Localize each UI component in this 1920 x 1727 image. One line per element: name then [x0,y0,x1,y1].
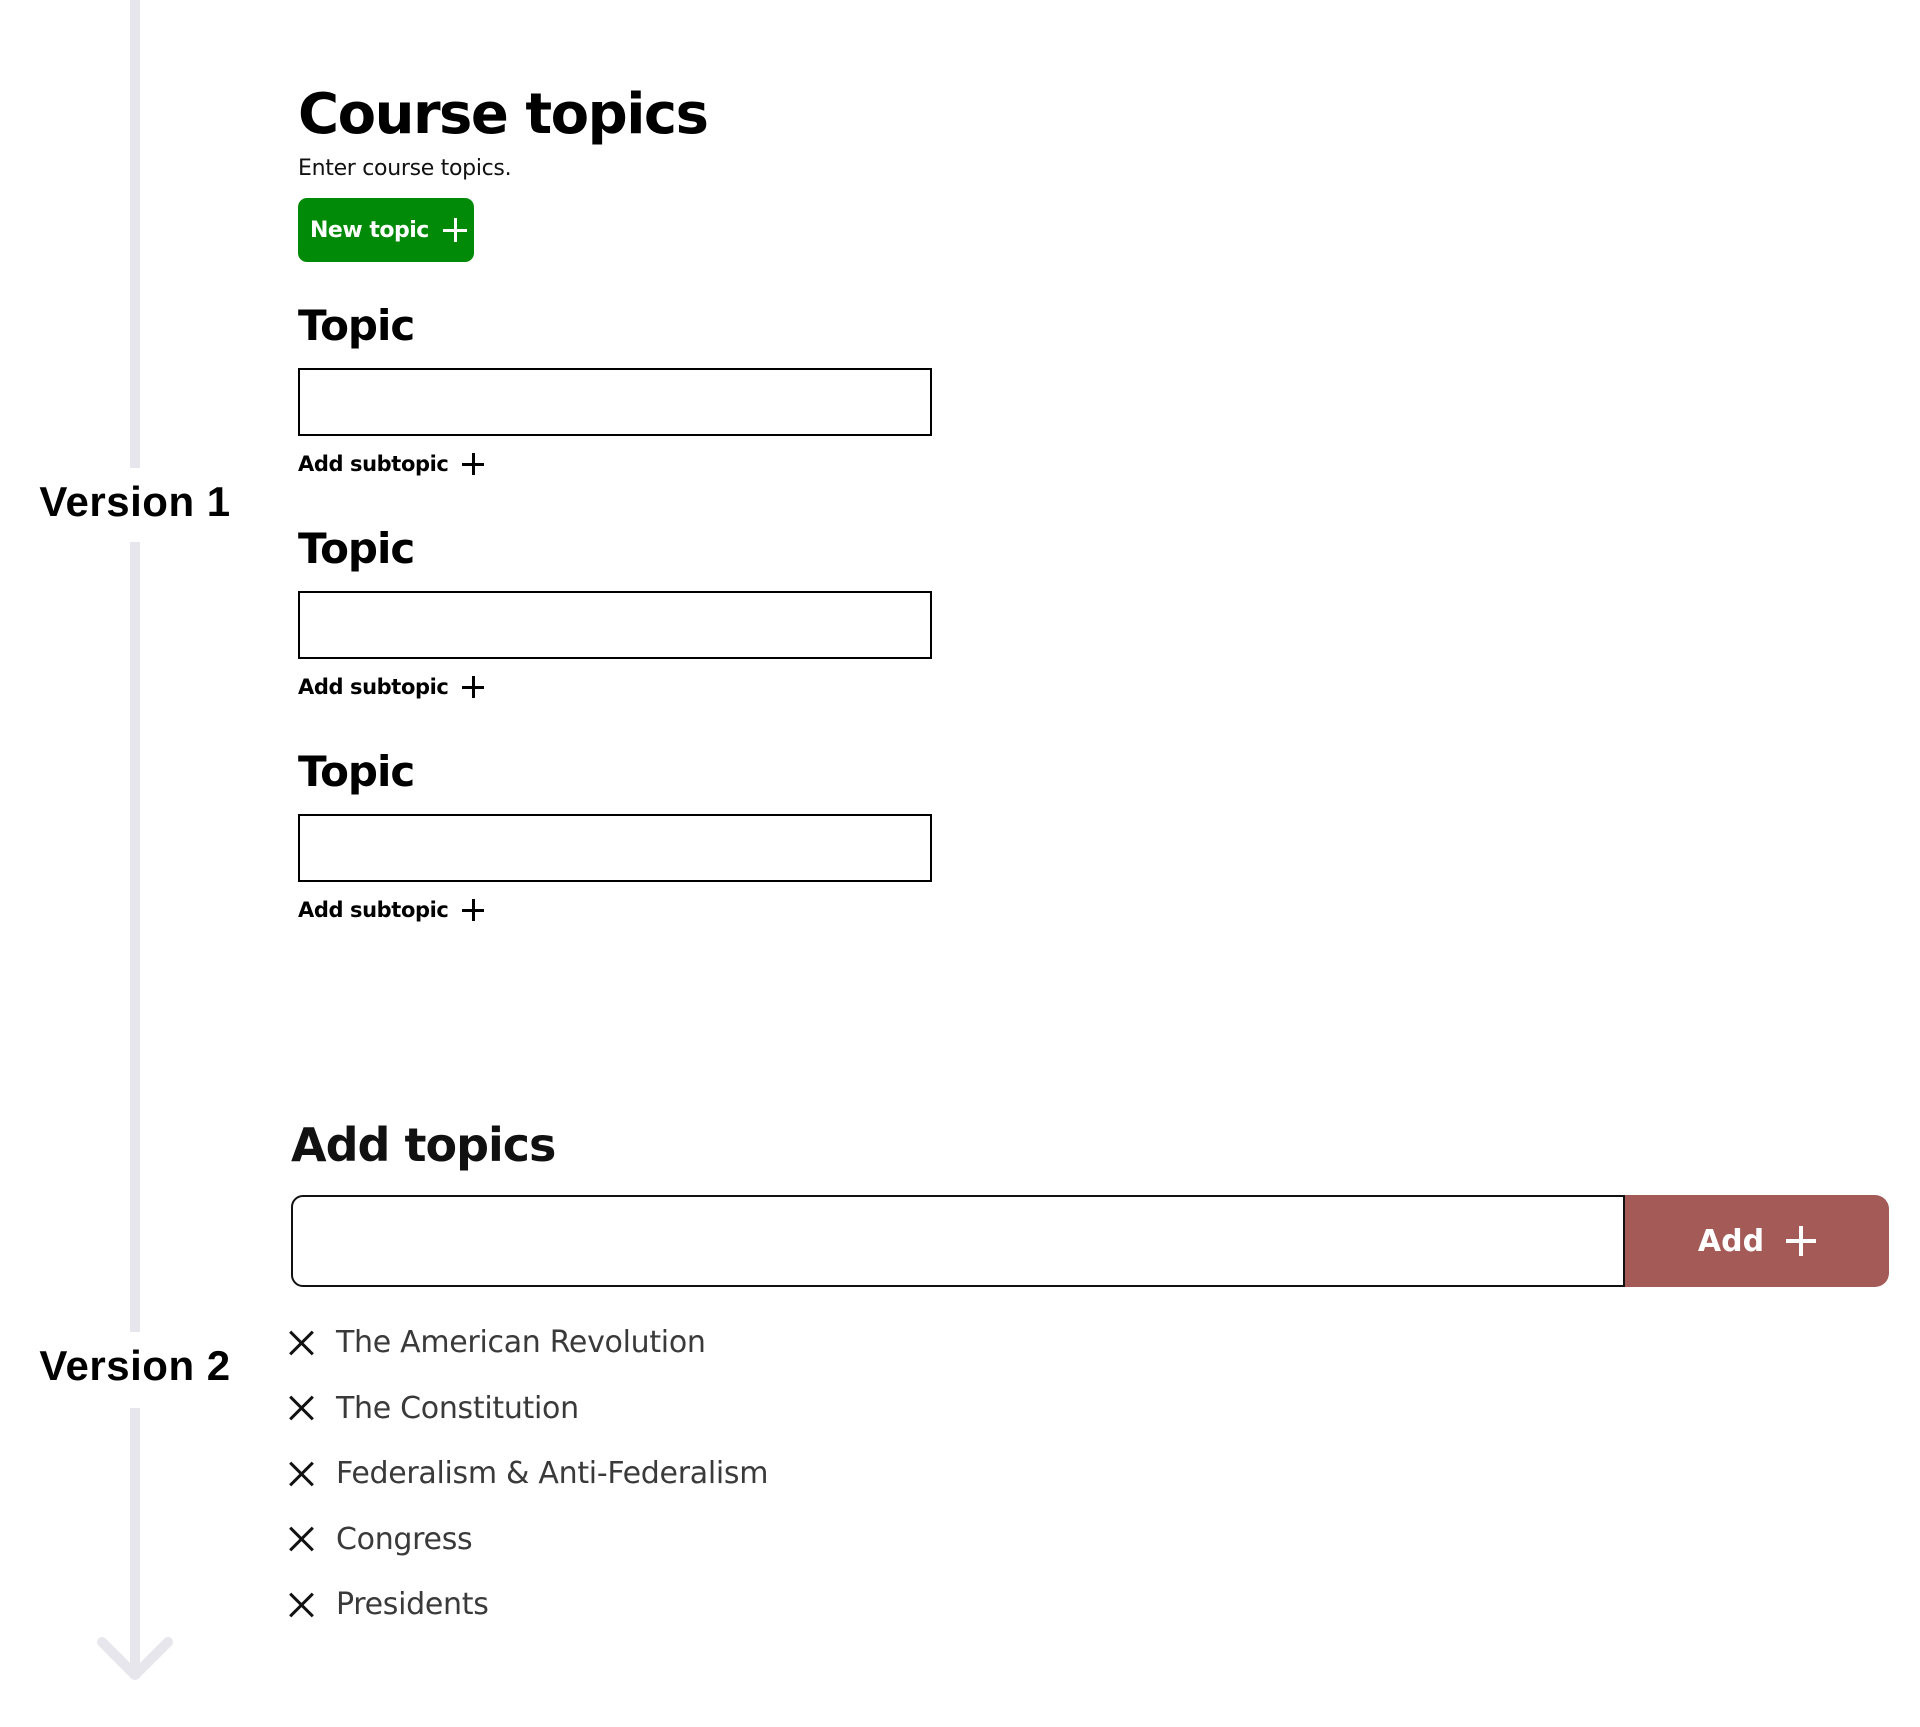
version-2-label: Version 2 [39,1342,231,1389]
add-subtopic-label: Add subtopic [298,898,449,922]
close-icon[interactable] [288,1525,316,1553]
plus-icon [1786,1226,1817,1256]
topic-input[interactable] [298,368,932,436]
close-icon[interactable] [288,1460,316,1488]
close-icon[interactable] [288,1591,316,1619]
topic-label: Topic [298,524,415,573]
plus-icon [462,453,485,475]
topic-field-group: Topic Add subtopic [298,298,938,476]
list-item: Congress [288,1507,768,1573]
topic-list: The American Revolution The Constitution… [288,1310,768,1638]
new-topic-button-label: New topic [310,217,429,243]
version-1-label: Version 1 [39,478,231,525]
add-topics-title: Add topics [291,1118,556,1172]
new-topic-button[interactable]: New topic [298,198,474,262]
add-button-label: Add [1697,1223,1765,1259]
add-subtopic-button[interactable]: Add subtopic [298,452,485,476]
topic-field-group: Topic Add subtopic [298,521,938,699]
add-topic-input[interactable] [291,1195,1625,1287]
list-item: Presidents [288,1572,768,1638]
topic-item-label: The American Revolution [336,1325,706,1361]
topic-item-label: The Constitution [336,1390,579,1426]
plus-icon [462,676,485,698]
course-topics-subtitle: Enter course topics. [298,156,512,181]
topic-label: Topic [298,301,415,350]
add-topic-row: Add [291,1195,1889,1287]
add-button[interactable]: Add [1625,1195,1889,1287]
plus-icon [462,899,485,921]
timeline-line-segment-2 [130,542,140,1332]
topic-input[interactable] [298,591,932,659]
topic-field-group: Topic Add subtopic [298,744,938,922]
topic-item-label: Presidents [336,1587,489,1623]
add-subtopic-button[interactable]: Add subtopic [298,898,485,922]
timeline-line-segment-1 [130,0,140,468]
arrow-down-icon [97,1637,173,1680]
course-topics-title: Course topics [298,82,709,147]
add-subtopic-label: Add subtopic [298,675,449,699]
topic-input[interactable] [298,814,932,882]
plus-icon [442,218,467,242]
topic-item-label: Congress [336,1521,473,1557]
list-item: The American Revolution [288,1310,768,1376]
add-subtopic-button[interactable]: Add subtopic [298,675,485,699]
close-icon[interactable] [288,1394,316,1422]
topic-label: Topic [298,747,415,796]
add-subtopic-label: Add subtopic [298,452,449,476]
close-icon[interactable] [288,1329,316,1357]
topic-item-label: Federalism & Anti-Federalism [336,1456,769,1492]
list-item: The Constitution [288,1376,768,1442]
list-item: Federalism & Anti-Federalism [288,1441,768,1507]
